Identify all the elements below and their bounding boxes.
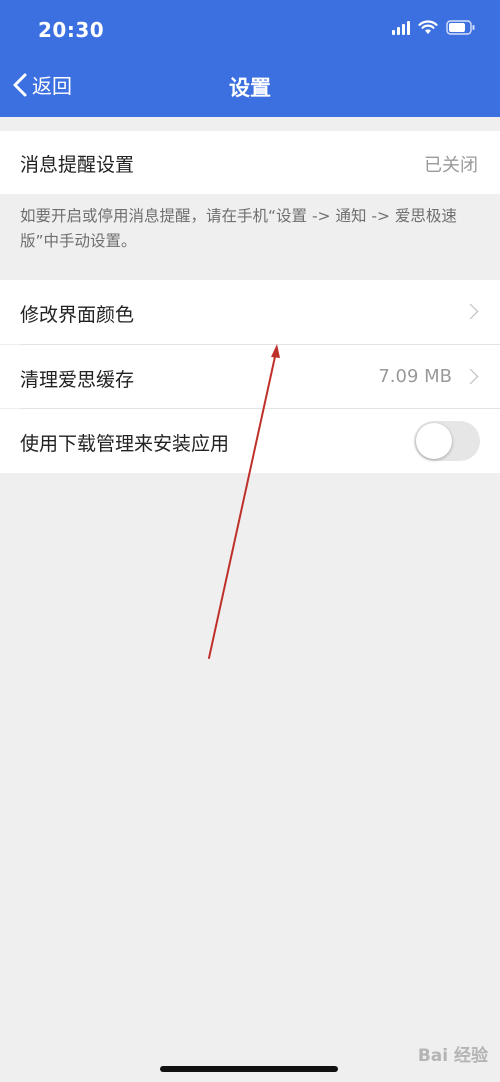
- toggle-knob: [416, 423, 452, 459]
- chevron-right-icon: [462, 303, 479, 320]
- signal-icon: [392, 20, 410, 35]
- notification-status-value: 已关闭: [424, 155, 478, 176]
- nav-bar: 20:30 返回 设置: [0, 0, 500, 117]
- notification-settings-label: 消息提醒设置: [20, 154, 135, 176]
- clear-cache-row[interactable]: 清理爱思缓存 7.09 MB: [0, 345, 500, 408]
- page-title: 设置: [229, 76, 271, 100]
- theme-color-label: 修改界面颜色: [20, 304, 135, 326]
- notification-settings-row[interactable]: 消息提醒设置 已关闭: [0, 131, 500, 194]
- baidu-watermark-logo: Bai 经验: [417, 1046, 488, 1066]
- battery-icon: [446, 20, 476, 35]
- notification-help-text: 如要开启或停用消息提醒，请在手机“设置 -> 通知 -> 爱思极速版”中手动设置…: [20, 207, 457, 250]
- status-icons: [392, 20, 476, 35]
- download-manager-label: 使用下载管理来安装应用: [20, 433, 230, 455]
- home-indicator: [160, 1066, 338, 1072]
- cache-size-value: 7.09 MB: [378, 366, 452, 387]
- download-manager-toggle[interactable]: [414, 421, 480, 461]
- theme-color-row[interactable]: 修改界面颜色: [0, 280, 500, 344]
- settings-screen: 20:30 返回 设置 消息提醒设置 已关闭 如要开启或停用消息提醒，请在手机“…: [0, 0, 500, 1082]
- status-time: 20:30: [38, 18, 105, 42]
- clear-cache-label: 清理爱思缓存: [20, 369, 135, 391]
- wifi-icon: [418, 20, 438, 35]
- chevron-right-icon: [462, 368, 479, 385]
